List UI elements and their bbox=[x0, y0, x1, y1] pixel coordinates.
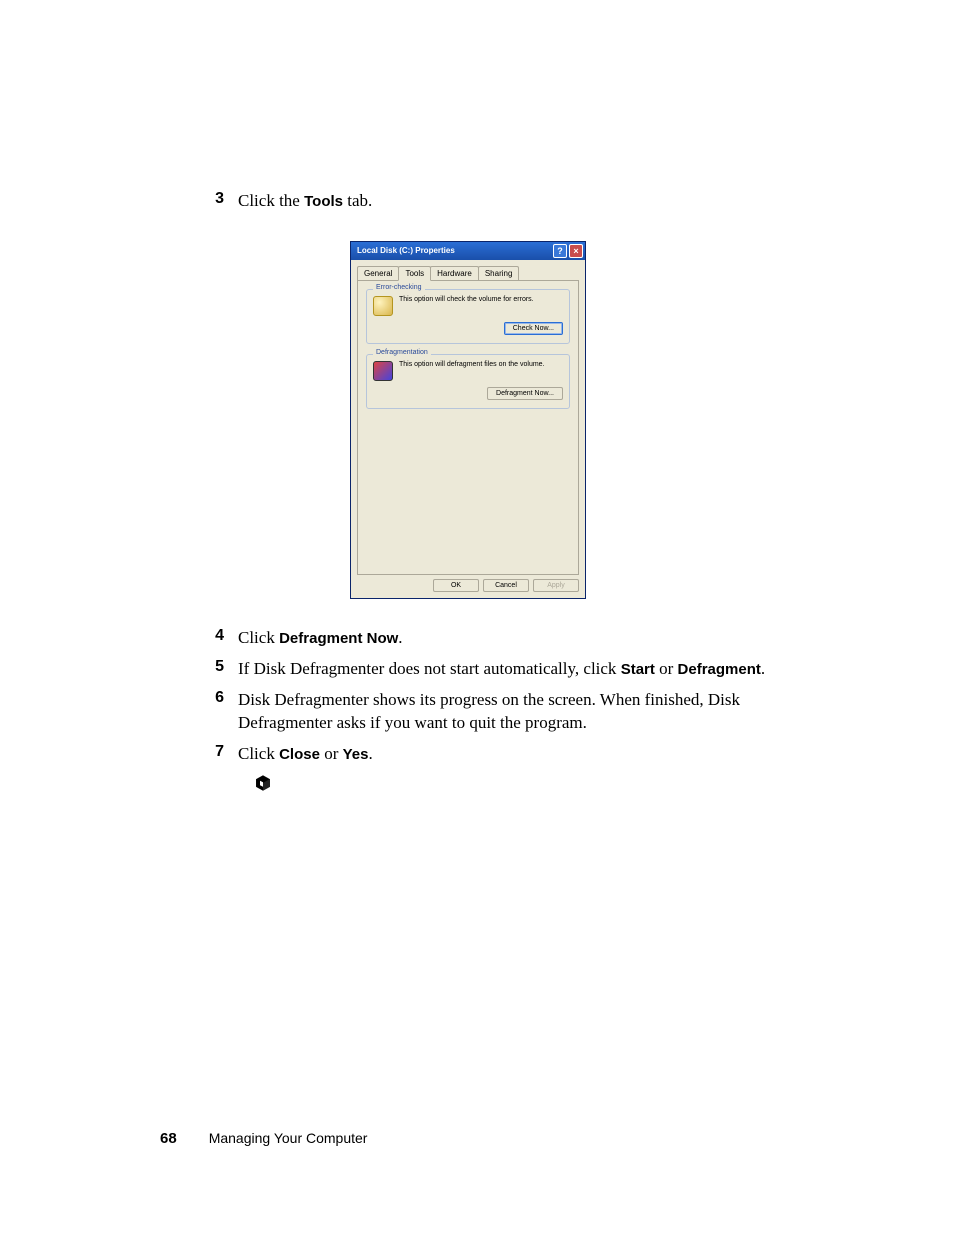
bold-defragment: Defragment bbox=[678, 661, 761, 678]
bold-tools: Tools bbox=[304, 193, 343, 210]
page-number: 68 bbox=[160, 1130, 177, 1147]
section-title: Managing Your Computer bbox=[209, 1130, 368, 1146]
tab-panel-tools: Error-checking This option will check th… bbox=[357, 280, 579, 575]
defragmentation-icon bbox=[373, 361, 393, 381]
properties-dialog-screenshot: Local Disk (C:) Properties ? × General T… bbox=[350, 241, 860, 599]
group-text: This option will check the volume for er… bbox=[399, 296, 534, 304]
step-number: 6 bbox=[160, 689, 238, 707]
apply-button[interactable]: Apply bbox=[533, 579, 579, 592]
step-number: 5 bbox=[160, 658, 238, 676]
cancel-button[interactable]: Cancel bbox=[483, 579, 529, 592]
group-title: Error-checking bbox=[373, 284, 425, 291]
text: Disk Defragmenter shows its progress on … bbox=[238, 690, 740, 732]
bold-defragment-now: Defragment Now bbox=[279, 630, 398, 647]
ok-button[interactable]: OK bbox=[433, 579, 479, 592]
step-number: 7 bbox=[160, 743, 238, 761]
text: Click bbox=[238, 628, 279, 647]
group-text: This option will defragment files on the… bbox=[399, 361, 545, 369]
page-footer: 68 Managing Your Computer bbox=[160, 1130, 367, 1147]
dialog-body: General Tools Hardware Sharing Error-che… bbox=[351, 260, 585, 575]
tab-row: General Tools Hardware Sharing bbox=[357, 266, 579, 281]
dialog-title: Local Disk (C:) Properties bbox=[357, 246, 455, 255]
step-body: Click the Tools tab. bbox=[238, 190, 402, 213]
end-of-procedure-icon bbox=[254, 774, 860, 797]
bold-yes: Yes bbox=[343, 746, 369, 763]
group-title: Defragmentation bbox=[373, 349, 431, 356]
bold-start: Start bbox=[621, 661, 655, 678]
tab-hardware[interactable]: Hardware bbox=[430, 266, 479, 281]
error-checking-icon bbox=[373, 296, 393, 316]
defragment-now-button[interactable]: Defragment Now... bbox=[487, 387, 563, 400]
properties-dialog: Local Disk (C:) Properties ? × General T… bbox=[350, 241, 586, 599]
step-7: 7 Click Close or Yes. bbox=[160, 743, 860, 766]
step-body: Disk Defragmenter shows its progress on … bbox=[238, 689, 860, 735]
step-3: 3 Click the Tools tab. bbox=[160, 190, 860, 213]
text: If Disk Defragmenter does not start auto… bbox=[238, 659, 621, 678]
text: . bbox=[369, 744, 373, 763]
group-error-checking: Error-checking This option will check th… bbox=[366, 289, 570, 344]
step-4: 4 Click Defragment Now. bbox=[160, 627, 860, 650]
text: or bbox=[655, 659, 678, 678]
text: . bbox=[761, 659, 765, 678]
text: or bbox=[320, 744, 343, 763]
text: . bbox=[398, 628, 402, 647]
text: tab. bbox=[343, 191, 372, 210]
tab-sharing[interactable]: Sharing bbox=[478, 266, 520, 281]
step-5: 5 If Disk Defragmenter does not start au… bbox=[160, 658, 860, 681]
text: Click bbox=[238, 744, 279, 763]
tab-general[interactable]: General bbox=[357, 266, 399, 281]
step-number: 4 bbox=[160, 627, 238, 645]
close-button[interactable]: × bbox=[569, 244, 583, 258]
group-defragmentation: Defragmentation This option will defragm… bbox=[366, 354, 570, 409]
dialog-titlebar: Local Disk (C:) Properties ? × bbox=[351, 242, 585, 260]
step-body: If Disk Defragmenter does not start auto… bbox=[238, 658, 795, 681]
step-number: 3 bbox=[160, 190, 238, 208]
check-now-button[interactable]: Check Now... bbox=[504, 322, 563, 335]
text: Click the bbox=[238, 191, 304, 210]
help-button[interactable]: ? bbox=[553, 244, 567, 258]
step-body: Click Close or Yes. bbox=[238, 743, 403, 766]
dialog-footer: OK Cancel Apply bbox=[351, 575, 585, 598]
tab-tools[interactable]: Tools bbox=[398, 266, 431, 281]
bold-close: Close bbox=[279, 746, 320, 763]
step-body: Click Defragment Now. bbox=[238, 627, 433, 650]
step-6: 6 Disk Defragmenter shows its progress o… bbox=[160, 689, 860, 735]
